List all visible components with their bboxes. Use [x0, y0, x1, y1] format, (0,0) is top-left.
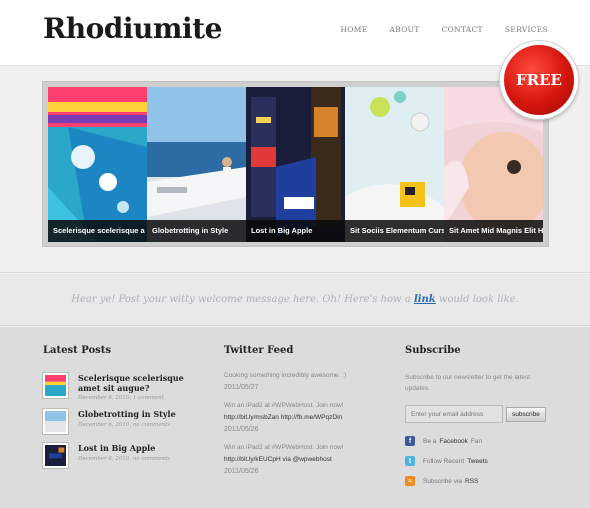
email-input[interactable]: [405, 405, 503, 423]
featured-slider: Scelerisque scelerisque a Globetrotting …: [42, 81, 549, 247]
slide-3[interactable]: Lost in Big Apple: [246, 87, 345, 242]
rss-link-strong[interactable]: RSS: [465, 478, 478, 485]
post-meta: December 6, 2010, 1 comment: [78, 395, 164, 401]
latest-posts-heading: Latest Posts: [43, 345, 112, 356]
subscribe-description: Subscribe to our newsletter to get the l…: [405, 374, 531, 392]
nav-contact[interactable]: CONTACT: [442, 25, 483, 34]
footer-fade: [0, 488, 590, 508]
slide-image-abstract: [48, 87, 147, 242]
latest-posts-widget: Latest Posts Scelerisque scelerisque ame…: [43, 345, 184, 477]
slide-caption: Sit Sociis Elementum Curs: [345, 220, 444, 242]
latest-post-item[interactable]: Globetrotting in Style December 6, 2010,…: [43, 409, 183, 443]
rss-icon: ≈: [405, 476, 415, 486]
latest-post-item[interactable]: Lost in Big Apple December 6, 2010, no c…: [43, 443, 183, 477]
tweet-text: Win an iPad2 at #WPWebHost. Join now!: [224, 444, 344, 451]
slide-caption: Lost in Big Apple: [246, 220, 345, 242]
welcome-text-before: Hear ye! Post your witty welcome message…: [71, 294, 414, 305]
slide-2[interactable]: Globetrotting in Style: [147, 87, 246, 242]
site-logo[interactable]: Rhodiumite: [43, 12, 222, 45]
welcome-text-after: would look like.: [435, 294, 519, 305]
twitter-icon: t: [405, 456, 415, 466]
subscribe-form: subscribe: [405, 405, 555, 423]
tweet-date: 2011/05/27: [224, 384, 259, 391]
tweet-link[interactable]: http://bit.ly/kEUCpH via @wpwebhost: [224, 454, 384, 466]
rss-link-pre: Subscribe via: [423, 477, 463, 485]
twitter-feed-heading: Twitter Feed: [224, 345, 294, 356]
subscribe-heading: Subscribe: [405, 345, 461, 356]
free-badge: FREE: [500, 41, 578, 119]
welcome-link[interactable]: link: [414, 294, 436, 305]
subscribe-widget: Subscribe Subscribe to our newsletter to…: [405, 345, 555, 486]
slide-4[interactable]: Sit Sociis Elementum Curs: [345, 87, 444, 242]
facebook-link-strong[interactable]: Facebook: [439, 438, 468, 445]
post-thumbnail[interactable]: [43, 409, 68, 434]
twitter-feed-widget: Twitter Feed Cooking something incredibl…: [224, 345, 384, 484]
tweet-text: Cooking something incredibly awesome. :): [224, 372, 347, 379]
tweet-item: Win an iPad2 at #WPWebHost. Join now! ht…: [224, 442, 384, 478]
slide-image-illustration: [345, 87, 444, 242]
slide-image-city: [246, 87, 345, 242]
tweet-text: Win an iPad2 at #WPWebHost. Join now!: [224, 402, 344, 409]
main-nav: HOME ABOUT CONTACT SERVICES: [318, 25, 548, 34]
post-meta: December 6, 2010, no comments: [78, 456, 171, 462]
free-badge-label: FREE: [516, 71, 562, 89]
slide-caption: Sit Amet Mid Magnis Elit H: [444, 220, 543, 242]
twitter-link-strong[interactable]: Tweets: [467, 458, 488, 465]
slide-1[interactable]: Scelerisque scelerisque a: [48, 87, 147, 242]
post-thumbnail[interactable]: [43, 373, 68, 398]
latest-post-item[interactable]: Scelerisque scelerisque amet sit augue? …: [43, 373, 184, 409]
post-title[interactable]: Scelerisque scelerisque amet sit augue?: [78, 373, 188, 393]
featured-band: Scelerisque scelerisque a Globetrotting …: [0, 66, 590, 273]
welcome-message: Hear ye! Post your witty welcome message…: [0, 274, 590, 326]
tweet-date: 2011/05/26: [224, 426, 259, 433]
facebook-icon: f: [405, 436, 415, 446]
nav-about[interactable]: ABOUT: [390, 25, 420, 34]
tweet-item: Win an iPad2 at #WPWebHost. Join now! ht…: [224, 400, 384, 436]
rss-link[interactable]: ≈ Subscribe via RSS: [405, 476, 555, 486]
footer: Latest Posts Scelerisque scelerisque ame…: [0, 327, 590, 508]
tweet-item: Cooking something incredibly awesome. :)…: [224, 370, 384, 394]
subscribe-button[interactable]: subscribe: [506, 406, 546, 422]
twitter-link-pre: Follow Recent: [423, 457, 465, 465]
tweet-link[interactable]: http://bit.ly/msbZan http://fb.me/WPqzDi…: [224, 412, 384, 424]
facebook-link-pre: Be a: [423, 437, 437, 445]
slide-caption: Globetrotting in Style: [147, 220, 246, 242]
post-title[interactable]: Globetrotting in Style: [78, 409, 188, 419]
post-meta: December 6, 2010, no comments: [78, 422, 171, 428]
site-header: Rhodiumite HOME ABOUT CONTACT SERVICES: [0, 0, 590, 66]
slide-image-yacht: [147, 87, 246, 242]
nav-home[interactable]: HOME: [340, 25, 367, 34]
twitter-link[interactable]: t Follow Recent Tweets: [405, 456, 555, 466]
facebook-link[interactable]: f Be a Facebook Fan: [405, 436, 555, 446]
facebook-link-post: Fan: [470, 437, 483, 445]
post-title[interactable]: Lost in Big Apple: [78, 443, 188, 453]
nav-services[interactable]: SERVICES: [505, 25, 548, 34]
tweet-date: 2011/05/26: [224, 468, 259, 475]
slide-caption: Scelerisque scelerisque a: [48, 220, 147, 242]
post-thumbnail[interactable]: [43, 443, 68, 468]
